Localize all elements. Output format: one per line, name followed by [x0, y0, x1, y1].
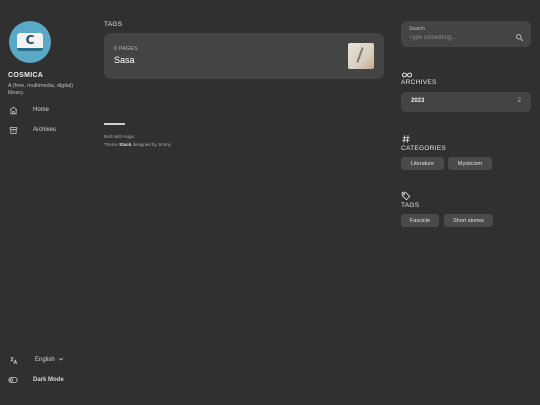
search-label: Search: [409, 26, 425, 32]
search-box: Search: [401, 21, 531, 47]
site-description: A (free, multimedia, digital) library.: [8, 83, 74, 96]
footer-built-with: Built with Hugo: [104, 134, 134, 139]
footer-theme: Theme Stack designed by Jimmy: [104, 142, 171, 147]
menu-item-label: Archives: [33, 127, 57, 133]
book-logo-icon: C: [17, 33, 43, 51]
archive-count: 2: [517, 98, 521, 104]
menu-item-home[interactable]: Home: [8, 104, 49, 116]
page-title: TAGS: [104, 21, 123, 28]
chevron-down-icon: [58, 356, 64, 364]
toggle-icon: [8, 375, 18, 385]
search-icon[interactable]: [515, 29, 525, 42]
categories-title: CATEGORIES: [401, 145, 447, 152]
search-input[interactable]: [409, 33, 509, 42]
footer-theme-suffix: designed by Jimmy: [131, 142, 172, 147]
tag-page-count: 0 PAGES: [114, 46, 138, 52]
archive-box-icon: [8, 125, 18, 135]
category-chip-mysticism[interactable]: Mysticism: [448, 157, 492, 170]
avatar[interactable]: C: [9, 21, 51, 63]
language-select-value: English: [35, 357, 55, 363]
category-chip-literature[interactable]: Literature: [401, 157, 444, 170]
avatar-letter: C: [25, 33, 35, 47]
tag-icon: [401, 188, 413, 201]
left-sidebar: C COSMICA A (free, multimedia, digital) …: [0, 0, 100, 405]
menu-item-archives[interactable]: Archives: [8, 124, 56, 136]
translate-icon: [8, 355, 18, 365]
dark-mode-toggle[interactable]: Dark Mode: [8, 374, 64, 386]
footer-built-text[interactable]: Built with Hugo: [104, 134, 134, 139]
tag-thumbnail: [348, 43, 374, 69]
language-select[interactable]: English: [35, 356, 64, 364]
footer-divider: [104, 123, 125, 125]
archive-year: 2023: [411, 98, 425, 104]
infinity-icon: [401, 66, 413, 78]
hash-icon: [401, 131, 413, 143]
archive-row-2023[interactable]: 2023 2: [401, 92, 531, 112]
tag-name: Sasa: [114, 55, 135, 65]
archives-title: ARCHIVES: [401, 79, 437, 86]
language-switcher: [8, 354, 18, 366]
tag-card[interactable]: 0 PAGES Sasa: [104, 33, 384, 79]
home-icon: [8, 105, 18, 115]
tag-chip-short-stories[interactable]: Short stories: [444, 214, 493, 227]
tags-title: TAGS: [401, 202, 420, 209]
site-name[interactable]: COSMICA: [8, 72, 43, 79]
footer-theme-prefix: Theme: [104, 142, 120, 147]
tag-chip-fascicle[interactable]: Fascicle: [401, 214, 439, 227]
footer-theme-link[interactable]: Stack: [119, 142, 131, 147]
dark-mode-label: Dark Mode: [33, 377, 64, 383]
menu-item-label: Home: [33, 107, 50, 113]
